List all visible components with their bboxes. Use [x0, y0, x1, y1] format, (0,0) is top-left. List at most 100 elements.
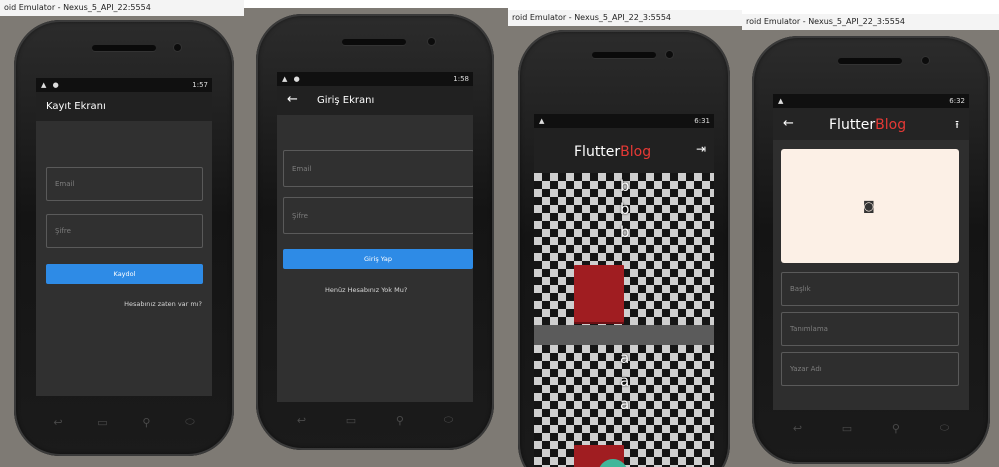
speaker-grille [592, 52, 656, 58]
app-brand-title: FlutterBlog [829, 117, 906, 133]
speaker-grille [92, 45, 156, 51]
password-placeholder: Şifre [292, 211, 308, 220]
window-body: ▲ ● 1:57 Kayıt Ekranı Email Şifre Kaydol… [0, 16, 244, 467]
back-nav-icon[interactable]: ↩ [297, 414, 306, 427]
phone-frame: ▲ ● 1:57 Kayıt Ekranı Email Şifre Kaydol… [14, 20, 234, 456]
login-button[interactable]: Giriş Yap [283, 249, 473, 269]
post-divider [534, 325, 714, 345]
register-button[interactable]: Kaydol [46, 264, 203, 284]
title-placeholder: Başlık [790, 285, 811, 293]
notification-icons: ▲ [778, 97, 786, 105]
notification-icons: ▲ ● [41, 81, 61, 89]
speaker-grille [838, 58, 902, 64]
back-nav-icon[interactable]: ↩ [793, 422, 802, 435]
post-text-letter: b [620, 200, 630, 218]
status-time: 6:32 [949, 97, 965, 105]
post-text-letter: b [620, 223, 630, 241]
title-field[interactable]: Başlık [781, 272, 959, 306]
app-brand-title: FlutterBlog [574, 144, 651, 160]
recent-apps-nav-icon[interactable]: ⬭ [940, 421, 949, 435]
front-camera [666, 51, 673, 58]
window-title: roid Emulator - Nexus_5_API_22_3:5554 [742, 14, 999, 30]
app-bar: FlutterBlog ⇥ [534, 128, 714, 173]
emulator-window-2: ▲ ● 1:58 ← Giriş Ekranı Email Şifre Giri… [244, 0, 508, 467]
upload-icon[interactable]: ⭱ [955, 116, 959, 135]
post-text-letter: a [620, 395, 630, 413]
phone-frame: ▲ 6:31 FlutterBlog ⇥ b b b a a a [518, 30, 730, 467]
password-field[interactable]: Şifre [283, 197, 473, 234]
login-link[interactable]: Hesabınız zaten var mı? [124, 300, 202, 308]
post-image [574, 265, 624, 322]
email-field[interactable]: Email [46, 167, 203, 201]
status-bar: ▲ ● 1:58 [277, 72, 473, 86]
notification-icons: ▲ [539, 117, 547, 125]
recent-apps-nav-icon[interactable]: ⬭ [444, 413, 453, 427]
emulator-window-1: oid Emulator - Nexus_5_API_22:5554 ▲ ● 1… [0, 0, 244, 467]
phone-frame: ▲ 6:32 ← FlutterBlog ⭱ ◙ Başlık Tanımlam… [752, 36, 990, 464]
status-bar: ▲ 6:31 [534, 114, 714, 128]
password-placeholder: Şifre [55, 227, 71, 235]
post-card-2[interactable]: a a a [534, 345, 714, 467]
camera-icon: ◙ [863, 199, 875, 213]
status-bar: ▲ 6:32 [773, 94, 969, 108]
status-time: 1:58 [453, 75, 469, 83]
post-text-letter: b [620, 177, 630, 195]
phone-frame: ▲ ● 1:58 ← Giriş Ekranı Email Şifre Giri… [256, 14, 494, 450]
status-time: 1:57 [192, 81, 208, 89]
app-bar: Kayıt Ekranı [36, 92, 212, 121]
home-nav-icon[interactable]: ▭ [842, 422, 852, 435]
device-screen: ▲ 6:32 ← FlutterBlog ⭱ ◙ Başlık Tanımlam… [773, 94, 969, 410]
home-nav-icon[interactable]: ▭ [346, 414, 356, 427]
device-screen: ▲ ● 1:58 ← Giriş Ekranı Email Şifre Giri… [277, 72, 473, 402]
recent-apps-nav-icon[interactable]: ⬭ [185, 415, 194, 429]
speaker-grille [342, 39, 406, 45]
notification-icons: ▲ ● [282, 75, 302, 83]
window-body: ▲ 6:31 FlutterBlog ⇥ b b b a a a [508, 26, 742, 467]
post-card-1[interactable]: b b b [534, 173, 714, 325]
device-screen: ▲ 6:31 FlutterBlog ⇥ b b b a a a [534, 114, 714, 467]
nav-bar: ↩ ▭ ⚲ ⬭ [277, 410, 473, 430]
back-arrow-icon[interactable]: ← [783, 116, 794, 131]
post-text-letter: a [620, 372, 630, 390]
back-arrow-icon[interactable]: ← [287, 92, 298, 107]
page-title: Kayıt Ekranı [46, 101, 106, 112]
status-bar: ▲ ● 1:57 [36, 78, 212, 92]
front-camera [428, 38, 435, 45]
app-bar: ← Giriş Ekranı [277, 86, 473, 115]
home-nav-icon[interactable]: ▭ [97, 416, 107, 429]
author-field[interactable]: Yazar Adı [781, 352, 959, 386]
status-time: 6:31 [694, 117, 710, 125]
window-title: oid Emulator - Nexus_5_API_22:5554 [0, 0, 244, 16]
password-field[interactable]: Şifre [46, 214, 203, 248]
search-nav-icon[interactable]: ⚲ [892, 422, 900, 435]
search-nav-icon[interactable]: ⚲ [396, 414, 404, 427]
email-field[interactable]: Email [283, 150, 473, 187]
author-placeholder: Yazar Adı [790, 365, 822, 373]
search-nav-icon[interactable]: ⚲ [142, 416, 150, 429]
device-screen: ▲ ● 1:57 Kayıt Ekranı Email Şifre Kaydol… [36, 78, 212, 396]
window-body: ▲ ● 1:58 ← Giriş Ekranı Email Şifre Giri… [244, 8, 508, 467]
nav-bar: ↩ ▭ ⚲ ⬭ [36, 412, 212, 432]
register-link[interactable]: Henüz Hesabınız Yok Mu? [325, 286, 407, 294]
nav-bar: ↩ ▭ ⚲ ⬭ [773, 418, 969, 438]
front-camera [174, 44, 181, 51]
front-camera [922, 57, 929, 64]
emulator-window-3: roid Emulator - Nexus_5_API_22_3:5554 ▲ … [508, 0, 742, 467]
email-placeholder: Email [55, 180, 75, 188]
brand-part-flutter: Flutter [829, 117, 876, 133]
post-text-letter: a [620, 349, 630, 367]
description-field[interactable]: Tanımlama [781, 312, 959, 346]
description-placeholder: Tanımlama [790, 325, 828, 333]
brand-part-flutter: Flutter [574, 144, 621, 160]
email-placeholder: Email [292, 164, 312, 173]
image-picker[interactable]: ◙ [781, 149, 959, 263]
brand-part-blog: Blog [620, 144, 652, 160]
brand-part-blog: Blog [875, 117, 907, 133]
back-nav-icon[interactable]: ↩ [53, 416, 62, 429]
app-bar: ← FlutterBlog ⭱ [773, 108, 969, 140]
logout-icon[interactable]: ⇥ [696, 142, 706, 156]
emulator-window-4: roid Emulator - Nexus_5_API_22_3:5554 ▲ … [742, 0, 999, 467]
window-title [244, 0, 508, 8]
page-title: Giriş Ekranı [317, 95, 375, 106]
window-body: ▲ 6:32 ← FlutterBlog ⭱ ◙ Başlık Tanımlam… [742, 30, 999, 467]
